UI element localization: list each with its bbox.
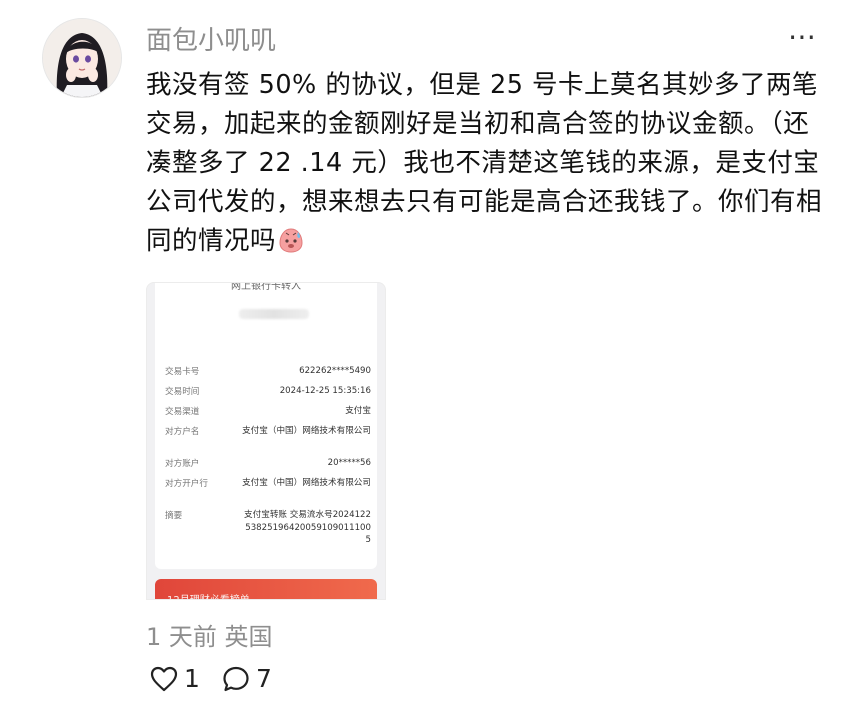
transaction-card: 网上银行卡转入 交易卡号 622262****5490 交易时间 2024-12… bbox=[155, 283, 377, 569]
transaction-screenshot[interactable]: 网上银行卡转入 交易卡号 622262****5490 交易时间 2024-12… bbox=[146, 282, 386, 600]
screenshot-title: 网上银行卡转入 bbox=[231, 282, 301, 292]
detail-label: 对方开户行 bbox=[165, 479, 208, 489]
detail-label: 摘要 bbox=[165, 511, 183, 521]
post-body: 我没有签 50% 的协议，但是 25 号卡上莫名其妙多了两笔交易，加起来的金额刚… bbox=[146, 66, 830, 267]
like-button[interactable]: 1 bbox=[150, 664, 200, 693]
post-location: 英国 bbox=[224, 623, 273, 651]
detail-label: 对方账户 bbox=[165, 459, 200, 469]
post-text: 我没有签 50% 的协议，但是 25 号卡上莫名其妙多了两笔交易，加起来的金额刚… bbox=[146, 70, 823, 256]
username[interactable]: 面包小叽叽 bbox=[146, 20, 276, 57]
detail-label: 交易卡号 bbox=[165, 367, 200, 377]
detail-value: 支付宝 bbox=[345, 406, 371, 416]
detail-value: 支付宝（中国）网络技术有限公司 bbox=[242, 426, 371, 436]
detail-label: 交易时间 bbox=[165, 387, 200, 397]
detail-value: 622262****5490 bbox=[299, 366, 371, 376]
detail-label: 对方户名 bbox=[165, 427, 200, 437]
comment-count: 7 bbox=[256, 664, 272, 693]
more-dots-icon[interactable]: ⋯ bbox=[788, 20, 817, 53]
post-meta: 1 天前 英国 bbox=[146, 617, 273, 652]
avatar-illustration bbox=[43, 19, 121, 97]
sweating-face-emoji bbox=[276, 225, 306, 267]
detail-value: 支付宝（中国）网络技术有限公司 bbox=[242, 478, 371, 488]
post-time: 1 天前 bbox=[146, 623, 217, 651]
comment-button[interactable]: 7 bbox=[222, 664, 272, 693]
detail-value: 支付宝转账 交易流水号20241225382519642005910901110… bbox=[244, 510, 371, 545]
banner-text: 12月理财必看榜单 bbox=[167, 591, 250, 599]
comment-bubble-icon bbox=[223, 666, 249, 691]
detail-value: 2024-12-25 15:35:16 bbox=[279, 386, 371, 396]
avatar[interactable] bbox=[42, 18, 122, 98]
heart-icon bbox=[150, 666, 178, 691]
like-count: 1 bbox=[184, 664, 200, 693]
detail-label: 交易渠道 bbox=[165, 407, 200, 417]
blurred-amount bbox=[239, 309, 309, 319]
detail-value: 20*****56 bbox=[327, 458, 371, 468]
promo-banner: 12月理财必看榜单 bbox=[155, 579, 377, 599]
